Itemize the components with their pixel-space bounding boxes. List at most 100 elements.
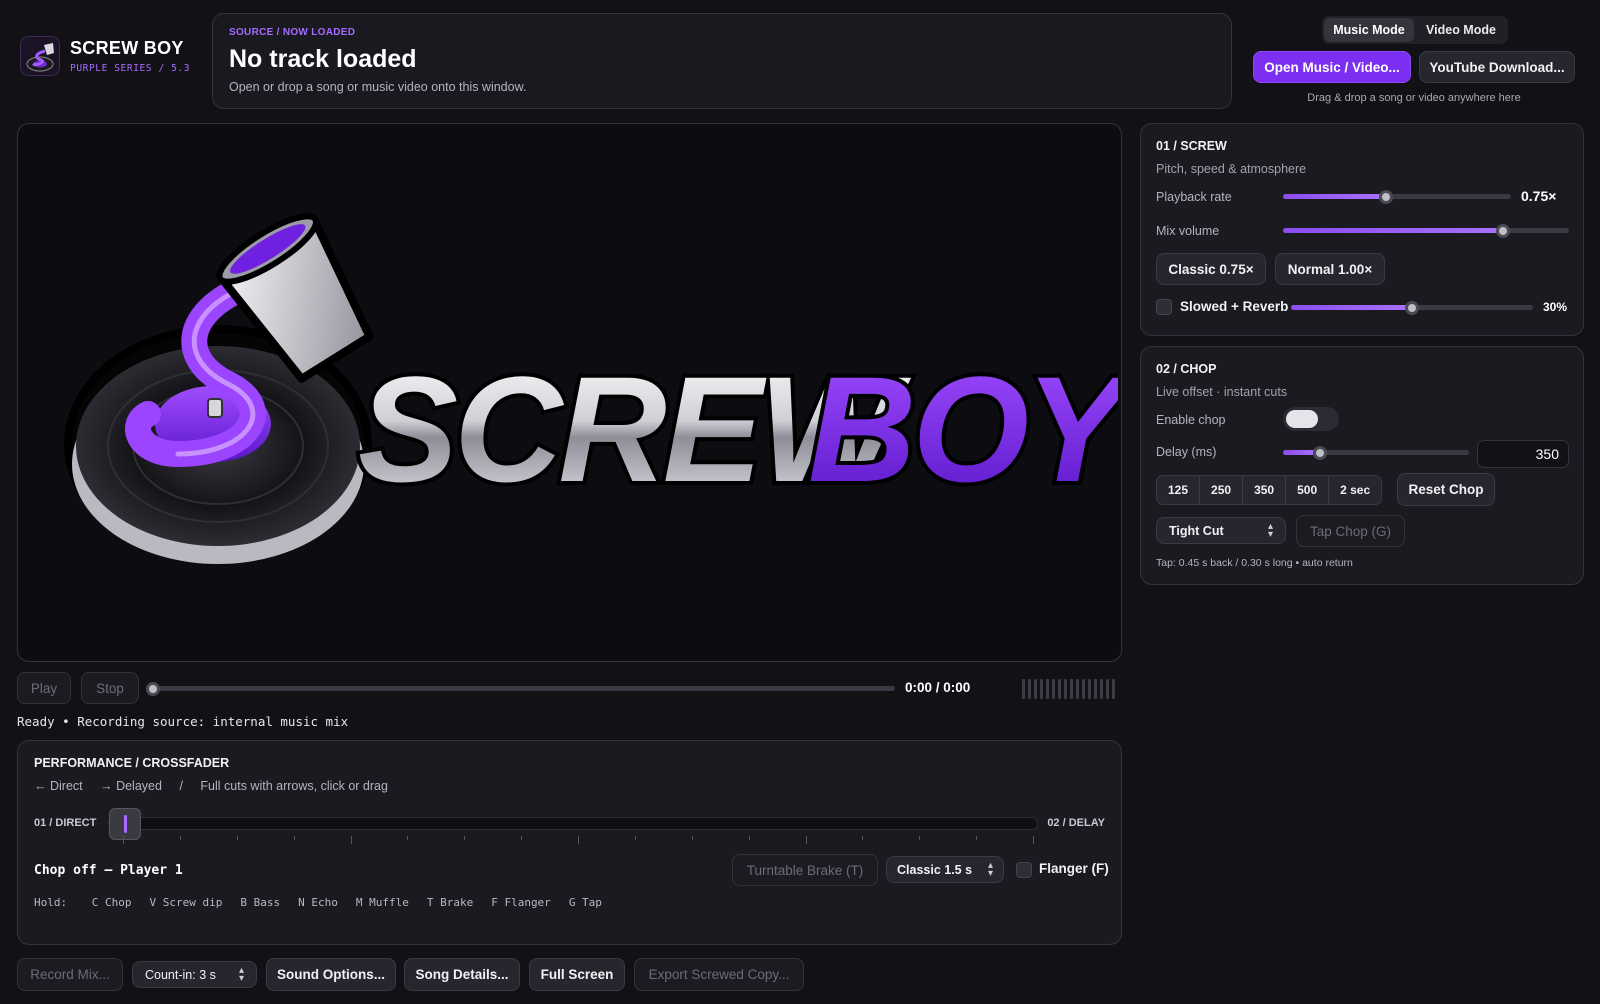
delay-preset-group: 125 250 350 500 2 sec <box>1156 475 1383 505</box>
level-meter-bar <box>1028 679 1031 699</box>
performance-panel: PERFORMANCE / CROSSFADER ← Direct → Dela… <box>17 740 1122 945</box>
playback-rate-slider[interactable] <box>1283 190 1511 204</box>
reverb-thumb[interactable] <box>1405 301 1419 315</box>
toggle-knob <box>1286 410 1318 428</box>
full-screen-button[interactable]: Full Screen <box>529 958 625 991</box>
select-updown-icon: ▴ ▾ <box>987 859 993 879</box>
logo-word-boy: BOY <box>808 345 1118 513</box>
screw-subtitle: Pitch, speed & atmosphere <box>1156 162 1307 176</box>
playback-rate-thumb[interactable] <box>1378 190 1393 204</box>
chop-subtitle: Live offset · instant cuts <box>1156 385 1288 399</box>
select-updown-icon: ▴ ▾ <box>238 964 244 984</box>
crossfader-tick <box>179 836 181 840</box>
youtube-download-button[interactable]: YouTube Download... <box>1419 51 1575 83</box>
preset-normal-button[interactable]: Normal 1.00× <box>1275 253 1385 285</box>
play-button[interactable]: Play <box>17 672 71 704</box>
cut-style-value: Tight Cut <box>1169 523 1224 538</box>
crossfader-tick <box>1033 836 1034 844</box>
mix-volume-slider[interactable] <box>1283 224 1569 238</box>
level-meter-bar <box>1106 679 1109 699</box>
app-brand: SCREW BOY PURPLE SERIES / 5.3 <box>20 36 200 78</box>
level-meter-bar <box>1100 679 1103 699</box>
reverb-value: 30% <box>1543 300 1568 314</box>
slowed-reverb-label[interactable]: Slowed + Reverb <box>1180 299 1288 314</box>
reverb-slider[interactable] <box>1291 301 1533 315</box>
playback-rate-value: 0.75× <box>1521 188 1557 204</box>
slowed-reverb-checkbox[interactable] <box>1156 299 1172 315</box>
delay-thumb[interactable] <box>1313 446 1328 460</box>
stop-button[interactable]: Stop <box>81 672 139 704</box>
countin-value: Count-in: 3 s <box>145 967 216 982</box>
delay-slider[interactable] <box>1283 446 1469 460</box>
time-display: 0:00 / 0:00 <box>905 680 971 695</box>
enable-chop-toggle[interactable] <box>1283 407 1339 431</box>
crossfader-tick <box>748 836 750 840</box>
delay-preset-350[interactable]: 350 <box>1242 476 1285 504</box>
crossfader-tick <box>350 836 352 844</box>
hotkey-item: N Echo <box>298 896 338 909</box>
music-mode-tab[interactable]: Music Mode <box>1324 18 1414 42</box>
crossfader-right-label: 02 / DELAY <box>1047 817 1105 829</box>
crossfader-ticks <box>123 836 1034 844</box>
hotkey-item: G Tap <box>568 896 602 909</box>
playback-rate-fill <box>1283 194 1386 199</box>
delay-preset-250[interactable]: 250 <box>1199 476 1242 504</box>
chop-panel: 02 / CHOP Live offset · instant cuts Ena… <box>1140 346 1584 585</box>
hotkey-item: M Muffle <box>355 896 409 909</box>
preset-classic-button[interactable]: Classic 0.75× <box>1156 253 1266 285</box>
countin-select[interactable]: Count-in: 3 s ▴ ▾ <box>132 961 257 988</box>
delay-preset-2-sec[interactable]: 2 sec <box>1328 476 1381 504</box>
screw-heading: 01 / SCREW <box>1156 139 1227 153</box>
song-details-button[interactable]: Song Details... <box>404 958 520 991</box>
sound-options-button[interactable]: Sound Options... <box>266 958 396 991</box>
turntable-brake-button[interactable]: Turntable Brake (T) <box>732 854 878 886</box>
level-meter-bar <box>1070 679 1073 699</box>
source-eyebrow: SOURCE / NOW LOADED <box>229 27 356 38</box>
crossfader-tick <box>634 836 636 840</box>
mix-volume-thumb[interactable] <box>1496 224 1511 238</box>
level-meter-bar <box>1082 679 1085 699</box>
brake-duration-select[interactable]: Classic 1.5 s ▴ ▾ <box>886 856 1004 883</box>
delay-label: Delay (ms) <box>1156 445 1217 459</box>
crossfader-tick <box>862 836 864 840</box>
performance-heading: PERFORMANCE / CROSSFADER <box>34 756 230 770</box>
reverb-fill <box>1291 305 1412 310</box>
crossfader-tick <box>464 836 466 840</box>
level-meter-bar <box>1064 679 1067 699</box>
crossfader-tick <box>236 836 238 840</box>
mix-volume-fill <box>1283 228 1504 233</box>
hint-direct: ← Direct <box>34 779 83 793</box>
crossfader-track[interactable] <box>108 808 1038 840</box>
crossfader-hints: ← Direct → Delayed / Full cuts with arro… <box>34 779 388 793</box>
seek-bar[interactable] <box>146 682 895 696</box>
cut-style-select[interactable]: Tight Cut ▴ ▾ <box>1156 517 1286 544</box>
open-media-button[interactable]: Open Music / Video... <box>1253 51 1411 83</box>
level-meter-bar <box>1022 679 1025 699</box>
app-title: SCREW BOY <box>70 38 184 58</box>
delay-preset-500[interactable]: 500 <box>1285 476 1328 504</box>
player-status: Chop off — Player 1 <box>34 863 183 878</box>
source-hint: Open or drop a song or music video onto … <box>229 80 527 94</box>
delay-preset-125[interactable]: 125 <box>1157 476 1199 504</box>
flanger-checkbox[interactable] <box>1016 862 1032 878</box>
record-mix-button[interactable]: Record Mix... <box>17 958 123 991</box>
tap-chop-button[interactable]: Tap Chop (G) <box>1296 515 1405 547</box>
crossfader-tick <box>123 836 124 844</box>
track-title: No track loaded <box>229 45 417 73</box>
hotkey-item: T Brake <box>426 896 474 909</box>
seek-thumb[interactable] <box>146 682 160 696</box>
level-meter-bar <box>1040 679 1043 699</box>
crossfader-left-label: 01 / DIRECT <box>34 817 97 829</box>
video-mode-tab[interactable]: Video Mode <box>1416 18 1506 42</box>
playback-rate-label: Playback rate <box>1156 190 1232 204</box>
hotkey-item: B Bass <box>240 896 281 909</box>
export-screwed-button[interactable]: Export Screwed Copy... <box>634 958 804 991</box>
screwboy-logo-art: SCREW BOY <box>64 213 1118 564</box>
reset-chop-button[interactable]: Reset Chop <box>1397 473 1495 506</box>
chop-heading: 02 / CHOP <box>1156 362 1217 376</box>
brake-duration-value: Classic 1.5 s <box>897 862 973 877</box>
tap-info: Tap: 0.45 s back / 0.30 s long • auto re… <box>1156 557 1353 569</box>
delay-input[interactable]: 350 <box>1477 440 1569 468</box>
flanger-label[interactable]: Flanger (F) <box>1039 861 1109 876</box>
hotkey-item: V Screw dip <box>149 896 223 909</box>
